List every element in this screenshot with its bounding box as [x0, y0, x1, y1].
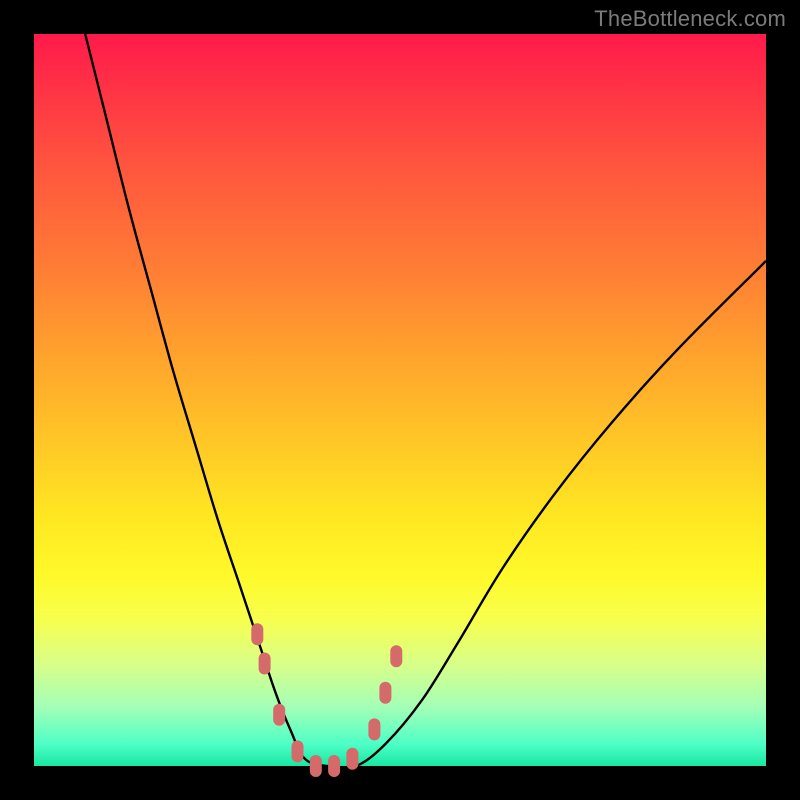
trough-marker: [251, 623, 263, 645]
trough-marker: [273, 704, 285, 726]
trough-marker: [379, 682, 391, 704]
trough-marker: [310, 755, 322, 777]
trough-markers-group: [251, 623, 402, 777]
trough-marker: [346, 748, 358, 770]
trough-marker: [259, 653, 271, 675]
bottleneck-curve-svg: [34, 34, 766, 766]
plot-area: [34, 34, 766, 766]
trough-marker: [368, 718, 380, 740]
watermark-text: TheBottleneck.com: [594, 6, 786, 32]
trough-marker: [292, 740, 304, 762]
trough-marker: [328, 755, 340, 777]
bottleneck-curve: [85, 34, 766, 768]
trough-marker: [390, 645, 402, 667]
chart-frame: TheBottleneck.com: [0, 0, 800, 800]
